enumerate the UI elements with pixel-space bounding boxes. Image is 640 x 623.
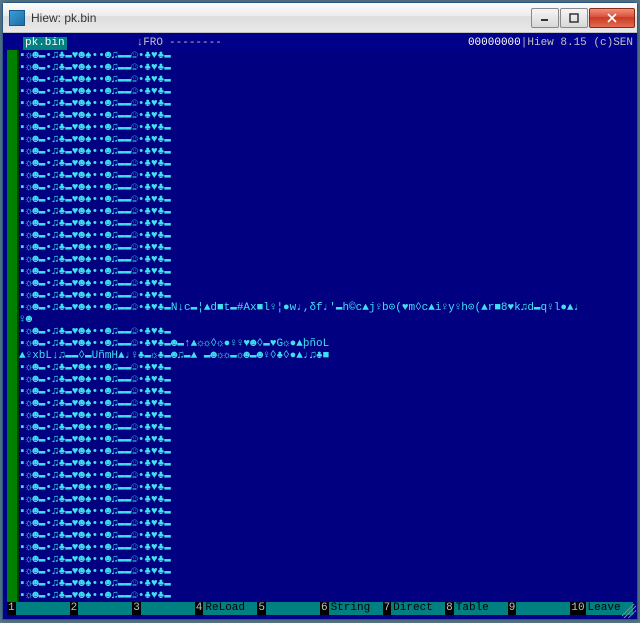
hex-line: ▪☼☻▬•♫♣▬♥☻♠••☻♫▬▬☺•♣♥♣▬ (19, 170, 633, 182)
fkey-number: 4 (195, 602, 204, 615)
hex-line: ▪☼☻▬•♫♣▬♥☻♠••☻♫▬▬☺•♣♥♣▬ (19, 470, 633, 482)
hex-line: ▪☼☻▬•♫♣▬♥☻♠••☻♫▬▬☺•♣♥♣▬ (19, 542, 633, 554)
fkey-label: Table (454, 602, 508, 615)
hex-line: ▪☼☻▬•♫♣▬♥☻♠••☻♫▬▬☺•♣♥♣▬ (19, 230, 633, 242)
fkey-number: 9 (508, 602, 517, 615)
window-buttons (530, 8, 635, 28)
fkey-3[interactable]: 3 (132, 602, 195, 615)
fkey-4[interactable]: 4ReLoad (195, 602, 258, 615)
hex-line: ▪☼☻▬•♫♣▬♥☻♠••☻♫▬▬☺•♣♥♣▬ (19, 146, 633, 158)
hex-line: ▪☼☻▬•♫♣▬♥☻♠••☻♫▬▬☺•♣♥♣▬ (19, 326, 633, 338)
header-separator: | (521, 37, 528, 50)
close-button[interactable] (589, 8, 635, 28)
hex-line: ▪☼☻▬•♫♣▬♥☻♠••☻♫▬▬☺•♣♥♣▬ (19, 398, 633, 410)
terminal-client-area: pk.bin ↓FRO -------- 00000000 | Hiew 8.1… (3, 33, 637, 619)
fkey-label (16, 602, 70, 615)
fkey-label (141, 602, 195, 615)
fkey-label (266, 602, 320, 615)
fkey-number: 10 (570, 602, 585, 615)
fkey-number: 1 (7, 602, 16, 615)
hex-line: ▪☼☻▬•♫♣▬♥☻♠••☻♫▬▬☺•♣♥♣▬ (19, 182, 633, 194)
hex-line: ▪☼☻▬•♫♣▬♥☻♠••☻♫▬▬☺•♣♥♣▬ (19, 74, 633, 86)
fkey-number: 2 (70, 602, 79, 615)
fkey-label: String (329, 602, 383, 615)
app-window: Hiew: pk.bin pk.bin ↓FRO -------- 000000… (2, 2, 638, 620)
hex-line: ▪☼☻▬•♫♣▬♥☻♠••☻♫▬▬☺•♣♥♣▬ (19, 194, 633, 206)
hex-line: ▪☼☻▬•♫♣▬♥☻♠••☻♫▬▬☺•♣♥♣▬ (19, 518, 633, 530)
fkey-number: 7 (383, 602, 392, 615)
fkey-label: Direct (391, 602, 445, 615)
fkey-9[interactable]: 9 (508, 602, 571, 615)
hex-line: ▪☼☻▬•♫♣▬♥☻♠••☻♫▬▬☺•♣♥♣▬ (19, 218, 633, 230)
fkey-number: 5 (257, 602, 266, 615)
fkey-2[interactable]: 2 (70, 602, 133, 615)
fkey-8[interactable]: 8Table (445, 602, 508, 615)
fkey-7[interactable]: 7Direct (383, 602, 446, 615)
hex-line: ▪☼☻▬•♫♣▬♥☻♠••☻♫▬▬☺•♣♥♣▬ (19, 362, 633, 374)
hex-line: ▪☼☻▬•♫♣▬♥☻♠••☻♫▬▬☺•♣♥♣▬ (19, 446, 633, 458)
header-filename: pk.bin (23, 37, 67, 50)
hex-line: ▪☼☻▬•♫♣▬♥☻♠••☻♫▬▬☺•♣♥♣▬ (19, 278, 633, 290)
hex-line: ▪☼☻▬•♫♣▬♥☻♠••☻♫▬▬☺•♣♥♣▬ (19, 434, 633, 446)
minimize-button[interactable] (531, 8, 559, 28)
hex-line: ▪☼☻▬•♫♣▬♥☻♠••☻♫▬▬☺•♣♥♣▬ (19, 458, 633, 470)
hex-line: ▪☼☻▬•♫♣▬♥☻♠••☻♫▬▬☺•♣♥♣▬ (19, 482, 633, 494)
hex-line: ▪☼☻▬•♫♣▬♥☻♠••☻♫▬▬☺•♣♥♣▬ (19, 554, 633, 566)
hex-line: ▪☼☻▬•♫♣▬♥☻♠••☻♫▬▬☺•♣♥♣▬ (19, 494, 633, 506)
hex-line: ▪☼☻▬•♫♣▬♥☻♠••☻♫▬▬☺•♣♥♣▬ (19, 98, 633, 110)
hex-line: ▪☼☻▬•♫♣▬♥☻♠••☻♫▬▬☺•♣♥♣▬ (19, 158, 633, 170)
hex-line: ▪☼☻▬•♫♣▬♥☻♠••☻♫▬▬☺•♣♥♣▬ (19, 590, 633, 602)
hex-line: ▪☼☻▬•♫♣▬♥☻♠••☻♫▬▬☺•♣♥♣▬ (19, 242, 633, 254)
window-title: Hiew: pk.bin (31, 11, 530, 25)
hex-line: ▪☼☻▬•♫♣▬♥☻♠••☻♫▬▬☺•♣♥♣▬ (19, 266, 633, 278)
hex-line: ▪☼☻▬•♫♣▬♥☻♠••☻♫▬▬☺•♣♥♣▬ (19, 530, 633, 542)
hex-line: ▪☼☻▬•♫♣▬♥☻♠••☻♫▬▬☺•♣♥♣▬ (19, 62, 633, 74)
hex-line: ▪☼☻▬•♫♣▬♥☻♠••☻♫▬▬☺•♣♥♣▬ (19, 50, 633, 62)
hex-view-body[interactable]: ▪☼☻▬•♫♣▬♥☻♠••☻♫▬▬☺•♣♥♣▬▪☼☻▬•♫♣▬♥☻♠••☻♫▬▬… (19, 50, 633, 603)
maximize-button[interactable] (560, 8, 588, 28)
header-mode: ↓FRO (137, 37, 163, 50)
header-product: Hiew 8.15 (c)SEN (527, 37, 633, 50)
hex-line: ▪☼☻▬•♫♣▬♥☻♠••☻♫▬▬☺•♣♥♣▬☻▬↑▲☼☼◊☼●♀♀♥☻◊▬♥G… (19, 338, 633, 350)
hex-line: ▪☼☻▬•♫♣▬♥☻♠••☻♫▬▬☺•♣♥♣▬ (19, 578, 633, 590)
fkey-label: ReLoad (203, 602, 257, 615)
hex-line: ▪☼☻▬•♫♣▬♥☻♠••☻♫▬▬☺•♣♥♣▬ (19, 86, 633, 98)
maximize-icon (569, 13, 579, 23)
hex-line: ▪☼☻▬•♫♣▬♥☻♠••☻♫▬▬☺•♣♥♣▬ (19, 254, 633, 266)
fkey-number: 8 (445, 602, 454, 615)
hex-line: ▪☼☻▬•♫♣▬♥☻♠••☻♫▬▬☺•♣♥♣▬ (19, 206, 633, 218)
fkey-label (516, 602, 570, 615)
hex-line: ▪☼☻▬•♫♣▬♥☻♠••☻♫▬▬☺•♣♥♣▬ (19, 110, 633, 122)
resize-grip[interactable] (622, 604, 636, 618)
fkey-number: 6 (320, 602, 329, 615)
fkey-5[interactable]: 5 (257, 602, 320, 615)
fkey-number: 3 (132, 602, 141, 615)
hex-line: ▪☼☻▬•♫♣▬♥☻♠••☻♫▬▬☺•♣♥♣▬ (19, 122, 633, 134)
hex-line: ▪☼☻▬•♫♣▬♥☻♠••☻♫▬▬☺•♣♥♣▬ (19, 386, 633, 398)
hex-line: ▪☼☻▬•♫♣▬♥☻♠••☻♫▬▬☺•♣♥♣▬ (19, 374, 633, 386)
line-gutter (7, 50, 19, 603)
function-key-bar: 1234ReLoad56String7Direct8Table910Leave (7, 602, 633, 615)
status-header: pk.bin ↓FRO -------- 00000000 | Hiew 8.1… (7, 37, 633, 50)
header-offset: 00000000 (468, 37, 521, 50)
fkey-label (78, 602, 132, 615)
hex-line: ▪☼☻▬•♫♣▬♥☻♠••☻♫▬▬☺•♣♥♣▬N↓c▬¦▲d■t▬#Ax■l♀¦… (19, 302, 633, 314)
fkey-1[interactable]: 1 (7, 602, 70, 615)
header-dashes: -------- (169, 37, 222, 50)
hex-line: ▪☼☻▬•♫♣▬♥☻♠••☻♫▬▬☺•♣♥♣▬ (19, 290, 633, 302)
hex-line: ▪☼☻▬•♫♣▬♥☻♠••☻♫▬▬☺•♣♥♣▬ (19, 506, 633, 518)
titlebar[interactable]: Hiew: pk.bin (3, 3, 637, 33)
hex-line: ▲♀xbL↓♫▬▬◊▬UñmH▲♩♀♣▬☼♣▬☻♫▬▲ ▬☻☼☼▬☼☻▬☻♀◊♣… (19, 350, 633, 362)
hex-line: ▪☼☻▬•♫♣▬♥☻♠••☻♫▬▬☺•♣♥♣▬ (19, 422, 633, 434)
hex-line: ♀☻ (19, 314, 633, 326)
app-icon (9, 10, 25, 26)
hex-line: ▪☼☻▬•♫♣▬♥☻♠••☻♫▬▬☺•♣♥♣▬ (19, 410, 633, 422)
fkey-6[interactable]: 6String (320, 602, 383, 615)
hex-line: ▪☼☻▬•♫♣▬♥☻♠••☻♫▬▬☺•♣♥♣▬ (19, 566, 633, 578)
close-icon (607, 13, 617, 23)
minimize-icon (540, 13, 550, 23)
hex-line: ▪☼☻▬•♫♣▬♥☻♠••☻♫▬▬☺•♣♥♣▬ (19, 134, 633, 146)
